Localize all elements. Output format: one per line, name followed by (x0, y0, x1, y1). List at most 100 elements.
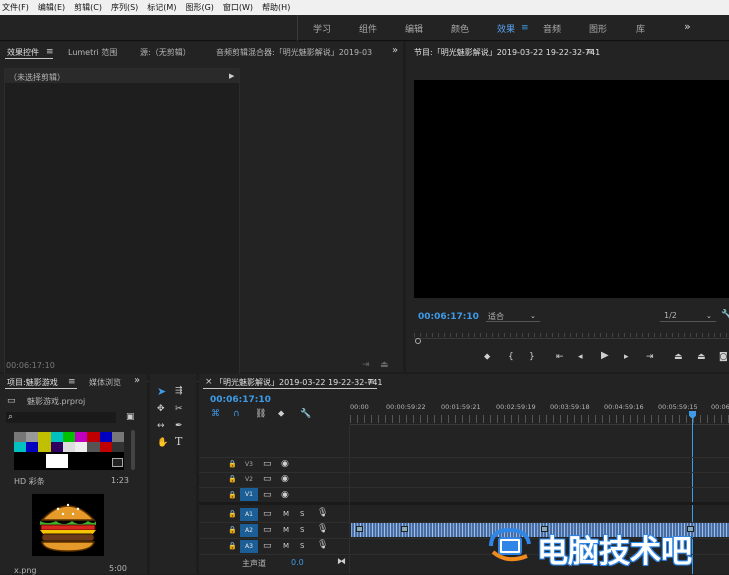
eye-icon[interactable]: ◉ (281, 474, 289, 484)
selection-tool-icon[interactable]: ➤ (157, 386, 166, 397)
menu-marker[interactable]: 标记(M) (147, 2, 176, 13)
track-select-tool-icon[interactable]: ⇶ (175, 386, 183, 396)
expand-arrow-icon[interactable]: ▶ (229, 71, 234, 81)
solo-icon[interactable]: S (300, 541, 304, 551)
more-workspaces-icon[interactable]: » (684, 21, 691, 32)
track-label-a1[interactable]: A1 (240, 508, 258, 521)
lock-icon[interactable]: 🔒 (228, 474, 237, 484)
tab-media-browser[interactable]: 媒体浏览 (89, 377, 121, 388)
tab-menu-icon[interactable]: ≡ (46, 47, 54, 57)
timeline-menu-icon[interactable]: ≡ (367, 377, 375, 387)
track-label-a2[interactable]: A2 (240, 524, 258, 537)
ripple-edit-tool-icon[interactable]: ✥ (157, 404, 165, 414)
toggle-sync-icon[interactable]: ▭ (263, 474, 272, 484)
track-label-a3[interactable]: A3 (240, 540, 258, 553)
more-tabs-icon[interactable]: » (134, 376, 140, 386)
lock-icon[interactable]: 🔒 (228, 490, 237, 500)
track-label-v2[interactable]: V2 (240, 473, 258, 486)
toggle-sync-icon[interactable]: ▭ (263, 459, 272, 469)
workspace-color[interactable]: 颜色 (451, 22, 469, 35)
project-item-name[interactable]: HD 彩条 (14, 476, 45, 487)
eye-icon[interactable]: ◉ (281, 459, 289, 469)
toggle-sync-icon[interactable]: ▭ (263, 509, 272, 519)
menu-graphics[interactable]: 图形(G) (185, 2, 213, 13)
program-ruler[interactable] (414, 333, 729, 337)
program-menu-icon[interactable]: ≡ (586, 47, 594, 57)
close-tab-icon[interactable]: × (205, 377, 213, 387)
new-bin-icon[interactable]: ▣ (126, 412, 135, 422)
lift-icon[interactable]: ⏏ (674, 352, 683, 362)
fit-dropdown[interactable]: 适合 ⌄ (486, 310, 540, 322)
track-label-v1[interactable]: V1 (240, 488, 258, 501)
pen-tool-icon[interactable]: ✒ (175, 421, 183, 431)
timeline-timecode[interactable]: 00:06:17:10 (210, 395, 271, 405)
toggle-sync-icon[interactable]: ▭ (263, 490, 272, 500)
mark-in-icon[interactable]: { (508, 352, 514, 362)
snap-icon[interactable]: ∩ (233, 409, 240, 419)
workspace-audio[interactable]: 音频 (543, 22, 561, 35)
lock-icon[interactable]: 🔒 (228, 541, 237, 551)
workspace-effects[interactable]: 效果 (497, 22, 515, 35)
tab-effect-controls[interactable]: 效果控件 (7, 47, 39, 58)
solo-icon[interactable]: S (300, 509, 304, 519)
extract-icon[interactable]: ⏏ (697, 352, 706, 362)
play-icon[interactable]: ▶ (601, 351, 609, 361)
tab-audio-clip-mixer[interactable]: 音频剪辑混合器:「明光魅影解说」2019-03 (216, 47, 378, 58)
workspace-learn[interactable]: 学习 (313, 22, 331, 35)
workspace-menu-icon[interactable]: ≡ (521, 23, 529, 33)
type-tool-icon[interactable]: T (175, 436, 182, 447)
settings-wrench-icon[interactable]: 🔧 (721, 310, 729, 320)
workspace-assembly[interactable]: 组件 (359, 22, 377, 35)
menu-clip[interactable]: 剪辑(C) (74, 2, 102, 13)
project-scrollbar[interactable] (131, 430, 135, 470)
step-back-icon[interactable]: ◂ (578, 352, 583, 362)
microphone-icon[interactable]: 🎙 (317, 524, 328, 534)
go-to-out-icon[interactable]: ⇥ (646, 352, 654, 362)
workspace-libraries[interactable]: 库 (636, 22, 645, 35)
lock-icon[interactable]: 🔒 (228, 509, 237, 519)
project-menu-icon[interactable]: ≡ (68, 377, 76, 387)
mute-icon[interactable]: M (283, 541, 289, 551)
eye-icon[interactable]: ◉ (281, 490, 289, 500)
menu-sequence[interactable]: 序列(S) (111, 2, 138, 13)
microphone-icon[interactable]: 🎙 (317, 508, 328, 518)
more-tabs-icon[interactable]: » (392, 46, 398, 56)
playhead-handle[interactable] (415, 338, 421, 344)
workspace-editing[interactable]: 编辑 (405, 22, 423, 35)
export-icon[interactable]: ⇥ (362, 360, 370, 370)
burger-image-thumbnail[interactable] (32, 494, 104, 556)
program-timecode[interactable]: 00:06:17:10 (418, 312, 479, 322)
timeline-ruler[interactable]: 00:00 00:00:59:22 00:01:59:21 00:02:59:1… (350, 400, 729, 424)
timeline-settings-icon[interactable]: 🔧 (300, 409, 311, 419)
mark-out-icon[interactable]: } (529, 352, 535, 362)
track-label-v3[interactable]: V3 (240, 458, 258, 471)
program-title[interactable]: 节目:「明光魅影解说」2019-03-22 19-22-32-741 (414, 47, 600, 58)
go-to-in-icon[interactable]: ⇤ (556, 352, 564, 362)
master-volume-value[interactable]: 0.0 (291, 558, 304, 567)
toggle-sync-icon[interactable]: ▭ (263, 525, 272, 535)
resolution-dropdown[interactable]: 1/2 ⌄ (660, 310, 716, 322)
linked-selection-icon[interactable]: ⛓ (255, 409, 266, 419)
slip-tool-icon[interactable]: ↔ (157, 421, 165, 431)
project-search-input[interactable]: ⌕ (6, 412, 116, 423)
filter-icon[interactable]: ⏏ (380, 360, 389, 370)
workspace-graphics[interactable]: 图形 (589, 22, 607, 35)
menu-file[interactable]: 文件(F) (2, 2, 29, 13)
program-video-frame[interactable] (414, 80, 729, 298)
lock-icon[interactable]: 🔒 (228, 459, 237, 469)
color-bars-thumbnail[interactable] (14, 432, 124, 470)
tab-source[interactable]: 源:（无剪辑） (140, 47, 191, 58)
tab-project[interactable]: 项目:魅影游戏 (7, 377, 58, 388)
add-marker-icon[interactable]: ⬥ (278, 409, 284, 419)
menu-help[interactable]: 帮助(H) (262, 2, 290, 13)
microphone-icon[interactable]: 🎙 (317, 540, 328, 550)
menu-window[interactable]: 窗口(W) (223, 2, 253, 13)
step-forward-icon[interactable]: ▸ (624, 352, 629, 362)
tab-lumetri-scopes[interactable]: Lumetri 范围 (68, 47, 117, 58)
camera-icon[interactable]: ◙ (719, 352, 728, 362)
razor-tool-icon[interactable]: ✂ (175, 404, 183, 414)
menu-edit[interactable]: 编辑(E) (38, 2, 65, 13)
lock-icon[interactable]: 🔒 (228, 525, 237, 535)
sequence-tab-title[interactable]: 「明光魅影解说」2019-03-22 19-22-32-741 (215, 377, 383, 388)
mute-icon[interactable]: M (283, 525, 289, 535)
